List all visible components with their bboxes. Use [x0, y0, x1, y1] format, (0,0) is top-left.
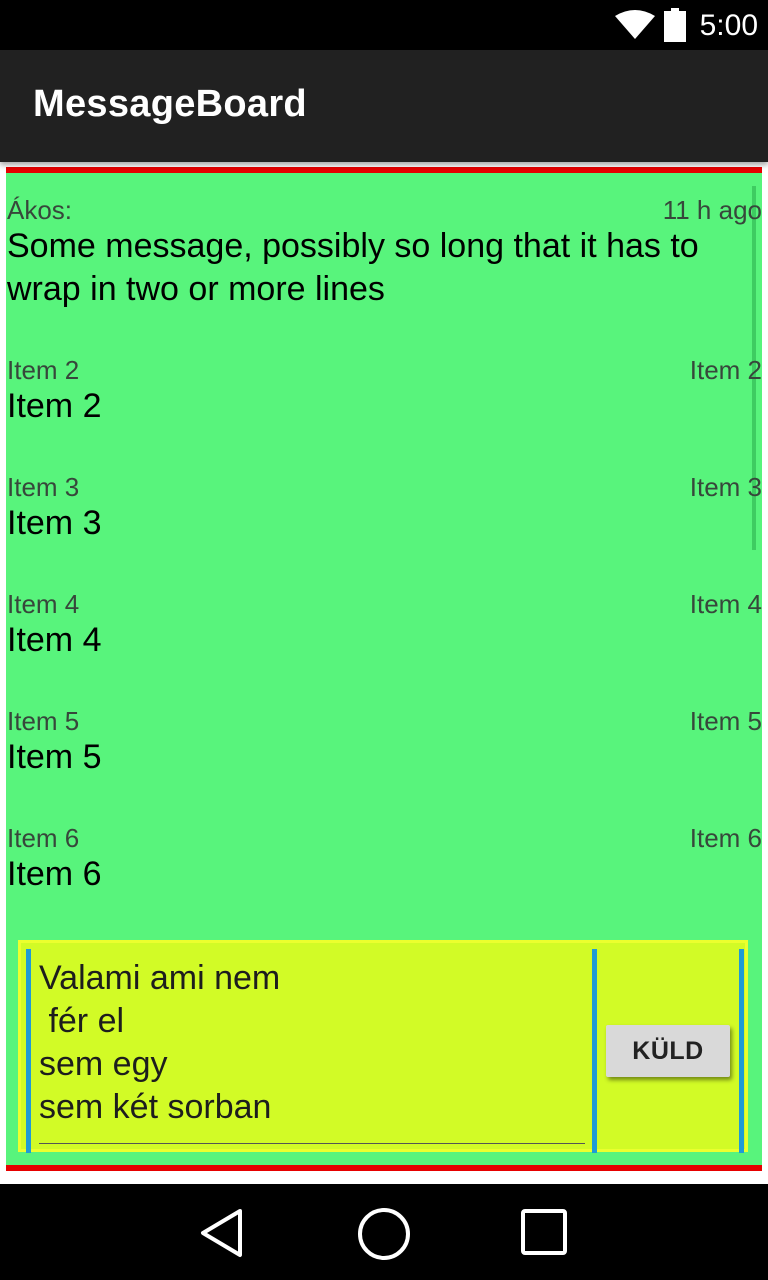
home-icon[interactable]: [356, 1206, 412, 1262]
message-sender: Item 4: [7, 589, 80, 619]
battery-icon: [664, 8, 686, 42]
recent-apps-icon[interactable]: [520, 1208, 568, 1256]
message-text: Some message, possibly so long that it h…: [7, 227, 699, 308]
app-title: MessageBoard: [33, 83, 307, 125]
status-bar: 5:00: [0, 0, 768, 50]
navigation-bar: [0, 1184, 768, 1280]
message-time: Item 6: [689, 823, 762, 853]
message-sender: Item 2: [7, 355, 80, 385]
message-time: Item 2: [689, 355, 762, 385]
message-text: Item 2: [7, 387, 102, 425]
message-time: 11 h ago: [662, 195, 762, 225]
message-sender: Item 6: [7, 823, 80, 853]
back-icon[interactable]: [198, 1208, 246, 1258]
message-time: Item 4: [689, 589, 762, 619]
message-text: Item 4: [7, 621, 102, 659]
send-button[interactable]: KÜLD: [606, 1025, 730, 1077]
message-list[interactable]: Ákos: 11 h ago Some message, possibly so…: [6, 167, 762, 936]
message-sender: Item 3: [7, 472, 80, 502]
message-input[interactable]: Valami ami nem fér el sem egy sem két so…: [39, 957, 585, 1144]
message-text: Item 5: [7, 738, 102, 776]
message-time: Item 3: [689, 472, 762, 502]
compose-area: Valami ami nem fér el sem egy sem két so…: [6, 930, 762, 1171]
message-text: Item 6: [7, 855, 102, 893]
divider-bar: [26, 949, 31, 1153]
message-sender: Ákos:: [7, 195, 73, 225]
divider-bar: [739, 949, 744, 1153]
message-sender: Item 5: [7, 706, 80, 736]
status-time: 5:00: [699, 9, 758, 42]
message-text: Item 3: [7, 504, 102, 542]
app-bar: MessageBoard: [0, 50, 768, 162]
wifi-icon: [615, 10, 655, 39]
message-time: Item 5: [689, 706, 762, 736]
compose-panel: Valami ami nem fér el sem egy sem két so…: [18, 940, 748, 1153]
divider-bar: [592, 949, 597, 1153]
main-content: Ákos: 11 h ago Some message, possibly so…: [0, 162, 768, 1182]
